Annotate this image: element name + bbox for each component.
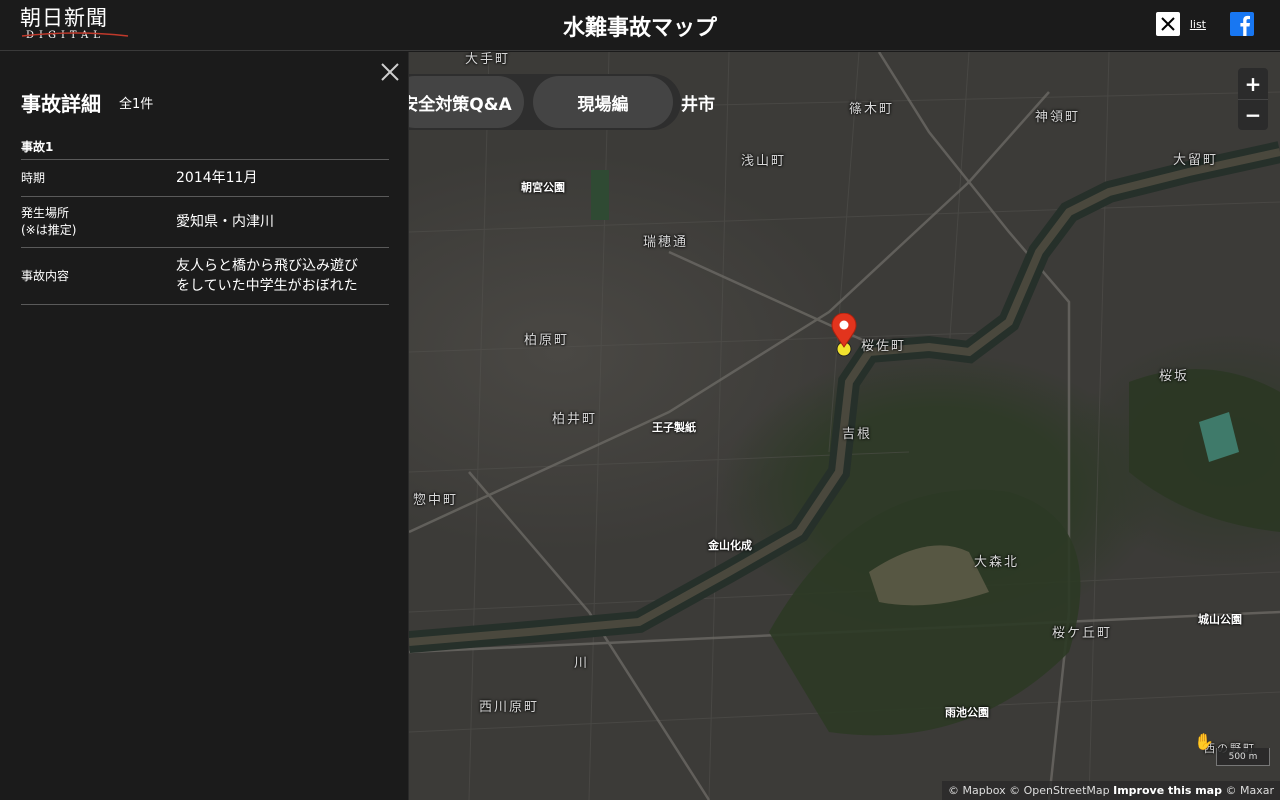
map-poi-label: 城山公園 bbox=[1198, 613, 1242, 626]
map-label: 瑞穂通 bbox=[643, 235, 689, 250]
logo-brand: 朝日新聞 bbox=[20, 6, 108, 30]
table-row: 事故内容 友人らと橋から飛び込み遊び をしていた中学生がおぼれた bbox=[21, 247, 389, 305]
map-label: 大森北 bbox=[974, 555, 1020, 570]
table-row: 時期 2014年11月 bbox=[21, 159, 389, 197]
share-bar: list bbox=[1155, 12, 1254, 36]
tab-scene[interactable]: 現場編 bbox=[533, 76, 673, 128]
detail-value-line: 友人らと橋から飛び込み遊び bbox=[176, 258, 358, 274]
map-label: 桜ケ丘町 bbox=[1052, 626, 1113, 641]
map-label: 桜佐町 bbox=[861, 339, 907, 354]
scale-bar: 500 m bbox=[1216, 748, 1270, 766]
map-poi-label: 金山化成 bbox=[708, 539, 752, 552]
x-logo-icon[interactable] bbox=[1155, 12, 1180, 36]
detail-key-line: (※は推定) bbox=[21, 223, 77, 237]
detail-key: 時期 bbox=[21, 159, 176, 197]
city-label: 井市 bbox=[681, 95, 715, 115]
map-label: 惣中町 bbox=[413, 493, 459, 508]
map-label: 柏井町 bbox=[552, 412, 598, 427]
zoom-control: + − bbox=[1238, 68, 1268, 130]
map-poi-label: 王子製紙 bbox=[652, 421, 696, 434]
map-poi-label: 雨池公園 bbox=[945, 706, 989, 719]
detail-value-line: をしていた中学生がおぼれた bbox=[176, 278, 358, 294]
incident-count: 全1件 bbox=[119, 97, 154, 112]
map-label: 神領町 bbox=[1035, 110, 1081, 125]
close-icon bbox=[381, 63, 399, 81]
map-label: 桜坂 bbox=[1159, 369, 1190, 384]
zoom-in-button[interactable]: + bbox=[1238, 68, 1268, 99]
zoom-out-button[interactable]: − bbox=[1238, 99, 1268, 130]
attribution-maxar[interactable]: © Maxar bbox=[1225, 784, 1274, 797]
map-poi-label: 朝宮公園 bbox=[521, 181, 565, 194]
map-label: 大手町 bbox=[465, 52, 511, 67]
improve-map-link[interactable]: Improve this map bbox=[1113, 784, 1222, 797]
table-row: 発生場所 (※は推定) 愛知県・内津川 bbox=[21, 196, 389, 248]
close-panel-button[interactable] bbox=[378, 60, 402, 84]
detail-key: 事故内容 bbox=[21, 247, 176, 305]
map-label: 川 bbox=[574, 656, 590, 671]
map-label: 西川原町 bbox=[479, 700, 540, 715]
location-pin-icon[interactable] bbox=[830, 313, 858, 357]
header: 朝日新聞 DIGITAL 水難事故マップ list bbox=[0, 0, 1280, 51]
map-label: 柏原町 bbox=[524, 333, 570, 348]
map-label: 大留町 bbox=[1173, 153, 1219, 168]
incident-detail-panel: 事故詳細 全1件 事故1 時期 2014年11月 発生場所 (※は推定) 愛知県… bbox=[0, 52, 409, 800]
incident-detail-table: 時期 2014年11月 発生場所 (※は推定) 愛知県・内津川 事故内容 友人ら… bbox=[21, 159, 389, 305]
page-title: 水難事故マップ bbox=[562, 16, 717, 41]
map-label: 吉根 bbox=[842, 427, 873, 442]
detail-value: 2014年11月 bbox=[176, 159, 389, 197]
detail-key-line: 発生場所 bbox=[21, 206, 70, 220]
attribution-mapbox[interactable]: © Mapbox © OpenStreetMap bbox=[948, 784, 1110, 797]
incident-name: 事故1 bbox=[21, 140, 54, 154]
detail-key: 発生場所 (※は推定) bbox=[21, 196, 176, 248]
satellite-map[interactable]: 大手町 篠木町 神領町 浅山町 大留町 朝宮公園 瑞穂通 桜佐町 柏原町 桜坂 … bbox=[409, 52, 1280, 800]
pan-hand-icon: ✋ bbox=[1194, 732, 1214, 751]
map-label: 篠木町 bbox=[849, 102, 895, 117]
facebook-icon[interactable] bbox=[1230, 12, 1254, 36]
panel-title: 事故詳細 bbox=[21, 92, 101, 116]
detail-value: 友人らと橋から飛び込み遊び をしていた中学生がおぼれた bbox=[176, 247, 389, 305]
detail-value: 愛知県・内津川 bbox=[176, 196, 389, 248]
asahi-digital-logo[interactable]: 朝日新聞 DIGITAL bbox=[20, 6, 132, 46]
map-label: 浅山町 bbox=[741, 154, 787, 169]
tab-safety-qa[interactable]: 安全対策Q&A bbox=[409, 76, 524, 128]
map-attribution: © Mapbox © OpenStreetMap Improve this ma… bbox=[942, 781, 1280, 800]
share-list-link[interactable]: list bbox=[1190, 18, 1206, 31]
logo-swoosh-icon bbox=[21, 32, 129, 37]
